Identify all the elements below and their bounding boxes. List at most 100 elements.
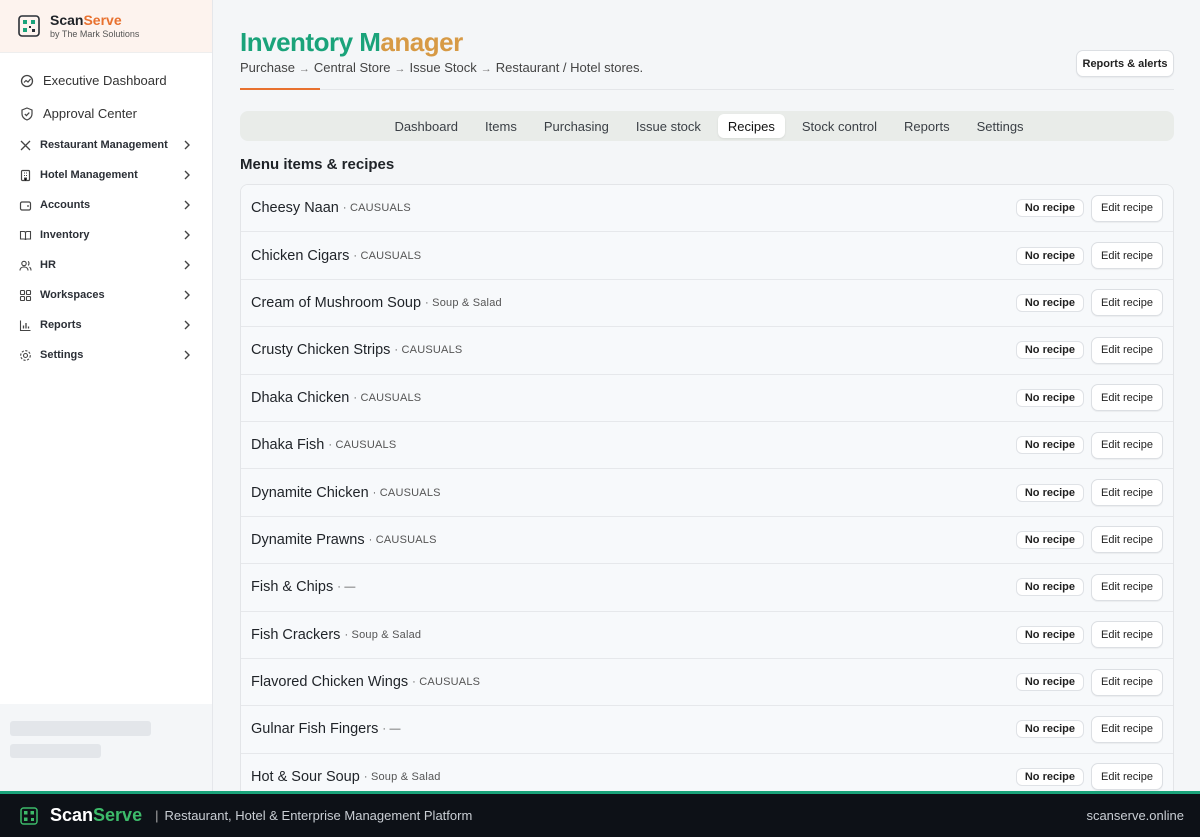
edit-recipe-button[interactable]: Edit recipe [1091,668,1163,696]
edit-recipe-button[interactable]: Edit recipe [1091,621,1163,649]
sidebar-section-label: HR [40,259,56,271]
menu-item-name: Dynamite Chicken [251,484,369,501]
sidebar-section-restaurant-management[interactable]: Restaurant Management [0,130,212,160]
breadcrumb: Purchase → Central Store → Issue Stock → Resta… [240,60,643,75]
menu-item-category: · CAUSUALS [342,202,411,215]
sidebar-section-settings[interactable]: Settings [0,340,212,370]
menu-item-category: · Soup & Salad [425,296,502,309]
tab-issue-stock[interactable]: Issue stock [626,114,711,138]
menu-item-name: Chicken Cigars [251,247,350,264]
bar-chart-icon [19,319,32,332]
menu-item-category: · CAUSUALS [394,344,463,357]
sidebar-section-label: Reports [40,319,82,331]
menu-item-name: Hot & Sour Soup [251,768,360,785]
activity-icon [20,74,34,88]
brand-name-b: Serve [83,12,122,28]
sidebar-section-reports[interactable]: Reports [0,310,212,340]
table-row: Gulnar Fish Fingers · — No recipe Edit reci… [241,706,1173,754]
table-row: Dynamite Chicken · CAUSUALS No recipe Edit … [241,469,1173,517]
menu-item-category: · CAUSUALS [353,391,422,404]
sidebar-section-inventory[interactable]: Inventory [0,220,212,250]
header-divider [240,88,1174,90]
edit-recipe-button[interactable]: Edit recipe [1091,336,1163,364]
sidebar-item-executive-dashboard[interactable]: Executive Dashboard [0,64,212,97]
menu-item-name: Dhaka Chicken [251,389,350,406]
status-badge: No recipe [1015,293,1084,312]
footer-brand: ScanServe [50,805,142,826]
status-badge: No recipe [1015,720,1084,739]
table-row: Chicken Cigars · CAUSUALS No recipe Edit re… [241,232,1173,280]
brand-name: ScanServe [50,13,139,28]
menu-item-category: · CAUSUALS [328,439,397,452]
tab-recipes[interactable]: Recipes [717,114,785,138]
sidebar-section-accounts[interactable]: Accounts [0,190,212,220]
sidebar-section-label: Hotel Management [40,169,138,181]
menu-item-category: · CAUSUALS [372,486,441,499]
chevron-right-icon [182,170,192,180]
tab-reports[interactable]: Reports [894,114,960,138]
edit-recipe-button[interactable]: Edit recipe [1091,431,1163,459]
footer: ScanServe | Restaurant, Hotel & Enterpri… [0,791,1200,837]
chevron-right-icon [182,140,192,150]
tab-dashboard[interactable]: Dashboard [384,114,468,138]
chevron-right-icon [182,320,192,330]
menu-item-category: · CAUSUALS [412,676,481,689]
edit-recipe-button[interactable]: Edit recipe [1091,384,1163,412]
footer-tagline: Restaurant, Hotel & Enterprise Managemen… [164,808,473,823]
status-badge: No recipe [1015,673,1084,692]
breadcrumb-item: Issue Stock [409,60,477,75]
status-badge: No recipe [1015,530,1084,549]
recipe-list: Cheesy Naan · CAUSUALS No recipe Edit recip… [240,184,1174,792]
status-badge: No recipe [1015,625,1084,644]
tab-purchasing[interactable]: Purchasing [534,114,619,138]
menu-item-name: Flavored Chicken Wings [251,674,409,691]
page-title: Inventory Manager [240,27,463,58]
sidebar-section-hotel-management[interactable]: Hotel Management [0,160,212,190]
breadcrumb-item: Central Store [313,60,391,75]
brand-header[interactable]: ScanServe by The Mark Solutions [0,0,212,53]
table-row: Cream of Mushroom Soup · Soup & Salad No r… [241,279,1173,328]
tab-stock-control[interactable]: Stock control [792,114,887,138]
menu-item-name: Gulnar Fish Fingers [251,721,379,738]
gear-icon [19,349,32,362]
sidebar-section-workspaces[interactable]: Workspaces [0,280,212,310]
table-row: Crusty Chicken Strips · CAUSUALS No recipe… [241,327,1173,375]
status-badge: No recipe [1015,199,1084,218]
menu-item-name: Crusty Chicken Strips [251,342,391,359]
chevron-right-icon [182,350,192,360]
loading-skeleton-line [10,744,101,758]
menu-item-category: · CAUSUALS [368,533,437,546]
edit-recipe-button[interactable]: Edit recipe [1091,763,1163,791]
edit-recipe-button[interactable]: Edit recipe [1091,715,1163,743]
breadcrumb-item: Purchase [240,60,295,75]
tab-items[interactable]: Items [475,114,527,138]
sidebar-item-approval-center[interactable]: Approval Center [0,97,212,130]
chevron-right-icon [182,230,192,240]
reports-alerts-button[interactable]: Reports & alerts [1076,50,1174,77]
edit-recipe-button[interactable]: Edit recipe [1091,526,1163,554]
section-title: Menu items & recipes [240,156,395,173]
page-title-part-a: Inventory M [240,27,381,57]
edit-recipe-button[interactable]: Edit recipe [1091,194,1163,222]
sidebar-item-label: Approval Center [43,106,137,121]
grid-icon [19,289,32,302]
breadcrumb-arrow: → [480,63,492,75]
tab-bar: Dashboard Items Purchasing Issue stock R… [240,111,1174,141]
header-accent-bar [240,88,320,90]
users-icon [19,259,32,272]
table-row: Cheesy Naan · CAUSUALS No recipe Edit recip… [241,185,1173,233]
menu-item-name: Fish Crackers [251,626,341,643]
edit-recipe-button[interactable]: Edit recipe [1091,242,1163,270]
qr-logo-icon [17,15,40,38]
brand-subtitle: by The Mark Solutions [50,29,140,39]
edit-recipe-button[interactable]: Edit recipe [1091,479,1163,507]
menu-item-category: · Soup & Salad [344,628,422,641]
menu-item-category: · — [337,581,356,594]
edit-recipe-button[interactable]: Edit recipe [1091,289,1163,317]
breadcrumb-item: Restaurant / Hotel stores. [495,60,644,75]
edit-recipe-button[interactable]: Edit recipe [1091,573,1163,601]
menu-item-category: · — [382,723,401,736]
qr-logo-icon [20,806,38,825]
tab-settings[interactable]: Settings [967,114,1034,138]
sidebar-section-hr[interactable]: HR [0,250,212,280]
